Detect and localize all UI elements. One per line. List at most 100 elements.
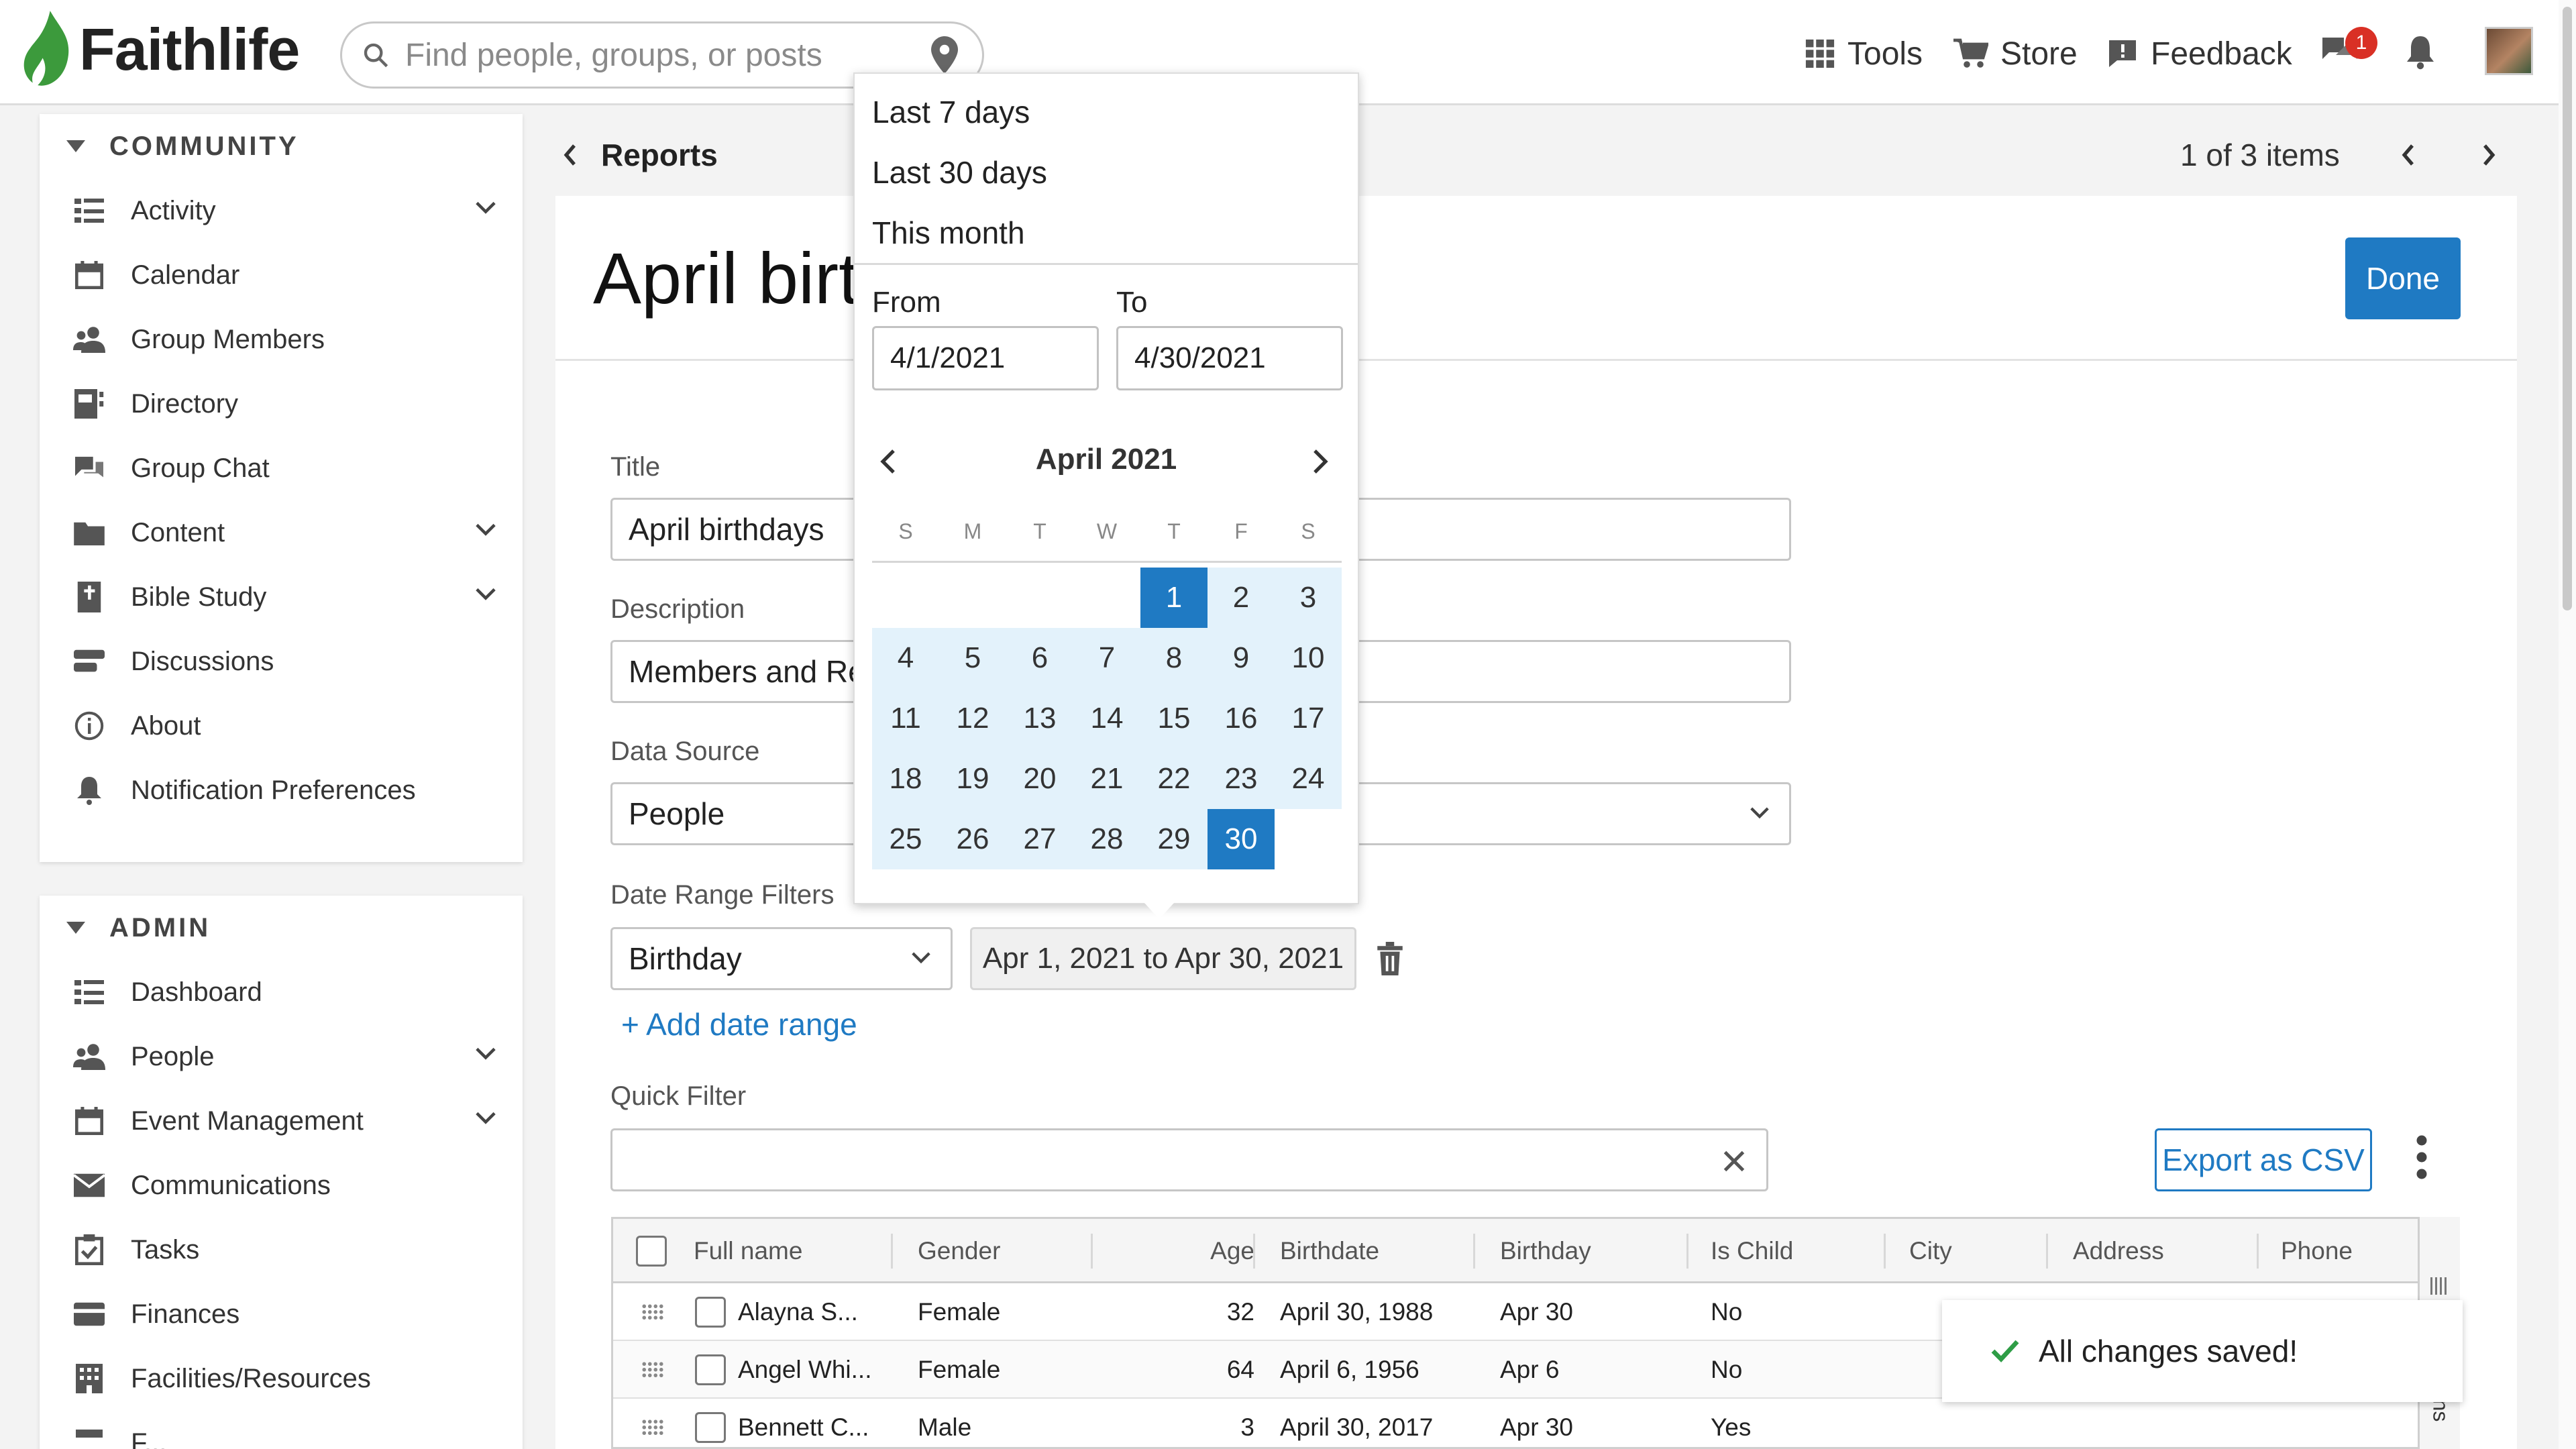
table-row[interactable]: Bennett C... Male 3 April 30, 2017 Apr 3… xyxy=(613,1399,2418,1447)
calendar-day[interactable]: 15 xyxy=(1140,688,1208,749)
calendar-day[interactable]: 19 xyxy=(939,749,1006,809)
calendar-day[interactable]: 20 xyxy=(1006,749,1073,809)
col-birthday[interactable]: Birthday xyxy=(1500,1219,1591,1283)
sidebar-item-activity[interactable]: Activity xyxy=(40,178,523,243)
sidebar-item-forms[interactable]: F... xyxy=(40,1411,523,1449)
page-scrollbar[interactable] xyxy=(2559,0,2576,1449)
calendar-day[interactable]: 25 xyxy=(872,809,939,869)
location-pin-icon[interactable] xyxy=(931,36,958,74)
calendar-day[interactable]: 23 xyxy=(1208,749,1275,809)
sidebar-item-group-chat[interactable]: Group Chat xyxy=(40,436,523,500)
cell-name[interactable]: Angel Whi... xyxy=(738,1341,871,1399)
preset-last-30-days[interactable]: Last 30 days xyxy=(872,154,1047,191)
drag-handle-icon[interactable] xyxy=(641,1361,664,1379)
drag-handle-icon[interactable] xyxy=(641,1419,664,1436)
chevron-down-icon[interactable] xyxy=(476,1047,496,1061)
col-phone[interactable]: Phone xyxy=(2281,1219,2353,1283)
faithlife-logo[interactable]: Faithlife xyxy=(23,11,300,88)
export-csv-button[interactable]: Export as CSV xyxy=(2155,1128,2372,1191)
sidebar-item-discussions[interactable]: Discussions xyxy=(40,629,523,694)
row-checkbox[interactable] xyxy=(695,1399,726,1447)
calendar-day[interactable]: 29 xyxy=(1140,809,1208,869)
sidebar-item-notification-preferences[interactable]: Notification Preferences xyxy=(40,758,523,822)
col-address[interactable]: Address xyxy=(2073,1219,2164,1283)
calendar-day[interactable]: 7 xyxy=(1073,628,1140,688)
sidebar-item-directory[interactable]: Directory xyxy=(40,372,523,436)
search-input[interactable]: Find people, groups, or posts xyxy=(405,37,931,74)
row-checkbox[interactable] xyxy=(695,1341,726,1399)
cell-name[interactable]: Alayna S... xyxy=(738,1283,858,1341)
row-checkbox[interactable] xyxy=(695,1283,726,1341)
sidebar-item-group-members[interactable]: Group Members xyxy=(40,307,523,372)
sidebar-item-people[interactable]: People xyxy=(40,1024,523,1089)
calendar-day[interactable]: 5 xyxy=(939,628,1006,688)
chevron-down-icon[interactable] xyxy=(476,588,496,601)
sidebar-item-about[interactable]: About xyxy=(40,694,523,758)
calendar-day[interactable]: 2 xyxy=(1208,568,1275,628)
col-city[interactable]: City xyxy=(1909,1219,1952,1283)
notifications-button[interactable] xyxy=(2404,34,2436,73)
calendar-day[interactable]: 12 xyxy=(939,688,1006,749)
preset-this-month[interactable]: This month xyxy=(872,215,1025,251)
calendar-day[interactable]: 24 xyxy=(1275,749,1342,809)
calendar-day[interactable]: 3 xyxy=(1275,568,1342,628)
community-header[interactable]: COMMUNITY xyxy=(40,114,523,178)
col-age[interactable]: Age xyxy=(1187,1219,1254,1283)
scrollbar-thumb[interactable] xyxy=(2563,7,2572,610)
previous-item-icon[interactable] xyxy=(2402,144,2415,166)
quick-filter-input[interactable] xyxy=(610,1128,1768,1191)
calendar-day[interactable]: 16 xyxy=(1208,688,1275,749)
col-gender[interactable]: Gender xyxy=(918,1219,1000,1283)
drag-handle-icon[interactable] xyxy=(641,1303,664,1321)
clear-icon[interactable] xyxy=(1722,1149,1746,1173)
chevron-down-icon[interactable] xyxy=(476,201,496,215)
store-link[interactable]: Store xyxy=(1953,27,2078,80)
chevron-down-icon[interactable] xyxy=(476,523,496,537)
trash-icon[interactable] xyxy=(1375,942,1405,975)
add-date-range-link[interactable]: + Add date range xyxy=(621,1006,857,1042)
sidebar-item-facilities[interactable]: Facilities/Resources xyxy=(40,1346,523,1411)
calendar-day[interactable]: 6 xyxy=(1006,628,1073,688)
sidebar-item-tasks[interactable]: Tasks xyxy=(40,1218,523,1282)
calendar-day[interactable]: 28 xyxy=(1073,809,1140,869)
feedback-link[interactable]: Feedback xyxy=(2106,27,2292,80)
to-date-input[interactable]: 4/30/2021 xyxy=(1116,326,1343,390)
done-button[interactable]: Done xyxy=(2345,237,2461,319)
admin-header[interactable]: ADMIN xyxy=(40,896,523,960)
sidebar-item-dashboard[interactable]: Dashboard xyxy=(40,960,523,1024)
calendar-day[interactable]: 27 xyxy=(1006,809,1073,869)
calendar-day[interactable]: 11 xyxy=(872,688,939,749)
breadcrumb[interactable]: Reports xyxy=(564,131,718,178)
calendar-day[interactable]: 9 xyxy=(1208,628,1275,688)
calendar-day[interactable]: 1 xyxy=(1140,568,1208,628)
calendar-day[interactable]: 4 xyxy=(872,628,939,688)
calendar-day[interactable]: 26 xyxy=(939,809,1006,869)
date-field-select[interactable]: Birthday xyxy=(610,927,953,990)
next-month-icon[interactable] xyxy=(1312,448,1328,475)
sidebar-item-content[interactable]: Content xyxy=(40,500,523,565)
calendar-day[interactable]: 17 xyxy=(1275,688,1342,749)
cell-name[interactable]: Bennett C... xyxy=(738,1399,869,1447)
calendar-day[interactable]: 21 xyxy=(1073,749,1140,809)
sidebar-item-communications[interactable]: Communications xyxy=(40,1153,523,1218)
sidebar-item-event-management[interactable]: Event Management xyxy=(40,1089,523,1153)
calendar-day[interactable]: 30 xyxy=(1208,809,1275,869)
calendar-day[interactable]: 14 xyxy=(1073,688,1140,749)
next-item-icon[interactable] xyxy=(2482,144,2496,166)
tools-menu[interactable]: Tools xyxy=(1805,27,1923,80)
calendar-day[interactable]: 10 xyxy=(1275,628,1342,688)
calendar-day[interactable]: 8 xyxy=(1140,628,1208,688)
col-is-child[interactable]: Is Child xyxy=(1711,1219,1793,1283)
preset-last-7-days[interactable]: Last 7 days xyxy=(872,94,1030,130)
chevron-down-icon[interactable] xyxy=(476,1112,496,1125)
col-full-name[interactable]: Full name xyxy=(694,1219,802,1283)
sidebar-item-bible-study[interactable]: Bible Study xyxy=(40,565,523,629)
more-options-icon[interactable] xyxy=(2415,1134,2428,1181)
select-all-checkbox[interactable] xyxy=(636,1219,667,1283)
date-range-pill[interactable]: Apr 1, 2021 to Apr 30, 2021 xyxy=(970,927,1356,990)
col-birthdate[interactable]: Birthdate xyxy=(1280,1219,1379,1283)
calendar-day[interactable]: 18 xyxy=(872,749,939,809)
sidebar-item-calendar[interactable]: Calendar xyxy=(40,243,523,307)
from-date-input[interactable]: 4/1/2021 xyxy=(872,326,1099,390)
calendar-day[interactable]: 13 xyxy=(1006,688,1073,749)
